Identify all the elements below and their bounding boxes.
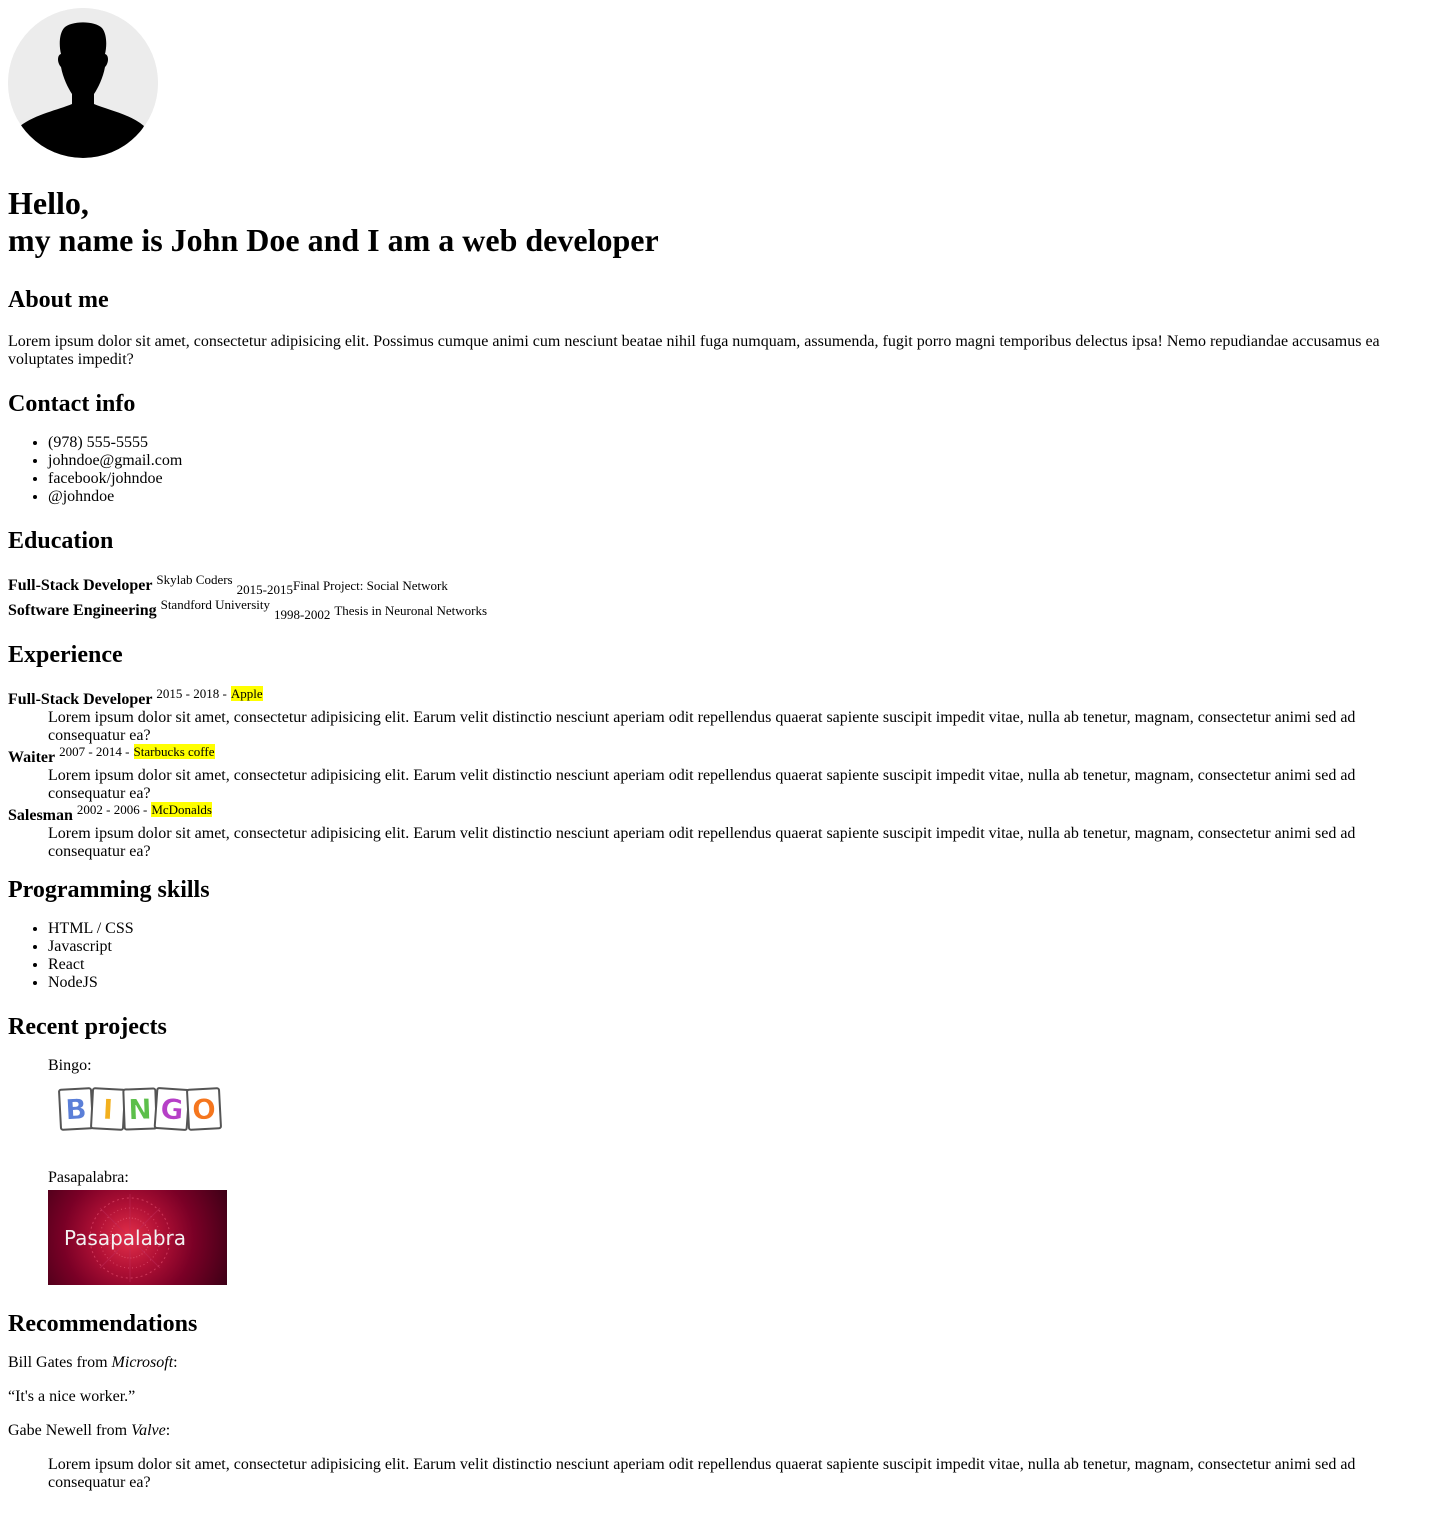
bingo-tile-b: B [58,1087,94,1131]
experience-item: Waiter 2007 - 2014 - Starbucks coffe [8,743,1432,767]
hero-greeting: Hello, [8,185,89,221]
recommender-colon: : [173,1354,178,1371]
education-title: Full-Stack Developer [8,577,153,594]
experience-company: Starbucks coffe [133,744,215,759]
experience-list: Full-Stack Developer 2015 - 2018 - Apple… [8,685,1432,860]
about-section: About me Lorem ipsum dolor sit amet, con… [8,286,1432,369]
skills-list: HTML / CSS Javascript React NodeJS [8,920,1432,992]
recommendations-heading: Recommendations [8,1311,198,1337]
project-label: Bingo: [48,1057,92,1074]
education-note: Final Project: Social Network [292,578,448,593]
contact-phone: (978) 555-5555 [48,434,1432,452]
skills-section: Programming skills HTML / CSS Javascript… [8,876,1432,992]
cv-page: Hello, my name is John Doe and I am a we… [0,0,1440,1500]
experience-heading: Experience [8,642,123,668]
about-text: Lorem ipsum dolor sit amet, consectetur … [8,333,1380,368]
bingo-letter: O [191,1092,217,1126]
education-years: 2015-2015 [236,582,293,597]
experience-company: McDonalds [151,802,212,817]
experience-dates: 2015 - 2018 - [156,686,227,701]
bingo-letter: I [102,1093,114,1127]
education-school: Skylab Coders [156,572,233,587]
recommendation-author: Bill Gates from Microsoft: [8,1354,1432,1372]
contact-facebook: facebook/johndoe [48,470,1432,488]
bingo-letter: B [65,1092,88,1126]
education-section: Education Full-Stack Developer Skylab Co… [8,527,1432,622]
recommender-name: Bill Gates from [8,1354,112,1371]
recommendation-quote: “It's a nice worker.” [8,1388,136,1405]
project-label: Pasapalabra: [48,1169,129,1186]
recommendation-author: Gabe Newell from Valve: [8,1422,1432,1440]
recommendations-section: Recommendations Bill Gates from Microsof… [8,1310,1432,1492]
education-item: Software Engineering Standford Universit… [8,596,1432,622]
skill-item: Javascript [48,938,1432,956]
about-heading: About me [8,287,109,313]
skills-heading: Programming skills [8,877,210,903]
experience-dates: 2002 - 2006 - [76,802,148,817]
experience-dates: 2007 - 2014 - [59,744,130,759]
bingo-tile-n: N [122,1087,158,1131]
avatar [8,8,158,158]
education-title: Software Engineering [8,602,157,619]
bingo-tile-g: G [153,1087,191,1131]
education-years: 1998-2002 [274,607,331,622]
skill-item: HTML / CSS [48,920,1432,938]
project-item-pasapalabra: Pasapalabra: Pasapalabra [48,1169,1432,1285]
recommender-colon: : [165,1422,171,1439]
hero-heading: Hello, my name is John Doe and I am a we… [8,185,1432,259]
recommendation-blockquote: Lorem ipsum dolor sit amet, consectetur … [48,1456,1356,1491]
education-list: Full-Stack Developer Skylab Coders 2015-… [8,571,1432,622]
education-note: Thesis in Neuronal Networks [334,603,488,618]
hero-intro: my name is John Doe and I am a web devel… [8,222,659,258]
experience-description: Lorem ipsum dolor sit amet, consectetur … [48,767,1356,802]
projects-section: Recent projects Bingo: BINGO Pasapalabra… [8,1013,1432,1285]
bingo-logo: BINGO [56,1081,1432,1141]
bingo-tile-i: I [90,1087,126,1131]
experience-company: Apple [230,686,263,701]
person-silhouette-icon [8,8,158,158]
pasapalabra-logo: Pasapalabra [48,1190,227,1285]
projects-heading: Recent projects [8,1014,167,1040]
contact-heading: Contact info [8,391,136,417]
contact-list: (978) 555-5555 johndoe@gmail.com faceboo… [8,434,1432,506]
experience-description: Lorem ipsum dolor sit amet, consectetur … [48,825,1356,860]
contact-section: Contact info (978) 555-5555 johndoe@gmai… [8,390,1432,506]
skill-item: NodeJS [48,974,1432,992]
experience-title: Salesman [8,807,73,824]
recommender-name: Gabe Newell from [8,1422,132,1439]
experience-title: Full-Stack Developer [8,691,153,708]
skill-item: React [48,956,1432,974]
bingo-tile-o: O [186,1087,222,1131]
experience-title: Waiter [8,749,56,766]
contact-email: johndoe@gmail.com [48,452,1432,470]
experience-item: Full-Stack Developer 2015 - 2018 - Apple [8,685,1432,709]
recommender-company: Valve [131,1422,166,1439]
education-heading: Education [8,528,114,554]
recommender-company: Microsoft [111,1354,174,1371]
education-item: Full-Stack Developer Skylab Coders 2015-… [8,571,1432,597]
bingo-letter: G [159,1092,184,1127]
bingo-letter: N [128,1093,153,1127]
experience-section: Experience Full-Stack Developer 2015 - 2… [8,641,1432,860]
bingo-logo-image: BINGO [58,1087,222,1131]
pasapalabra-logo-text: Pasapalabra [64,1226,187,1250]
experience-item: Salesman 2002 - 2006 - McDonalds [8,801,1432,825]
education-school: Standford University [160,597,270,612]
contact-twitter: @johndoe [48,488,1432,506]
experience-description: Lorem ipsum dolor sit amet, consectetur … [48,709,1356,744]
project-item-bingo: Bingo: BINGO [48,1057,1432,1141]
